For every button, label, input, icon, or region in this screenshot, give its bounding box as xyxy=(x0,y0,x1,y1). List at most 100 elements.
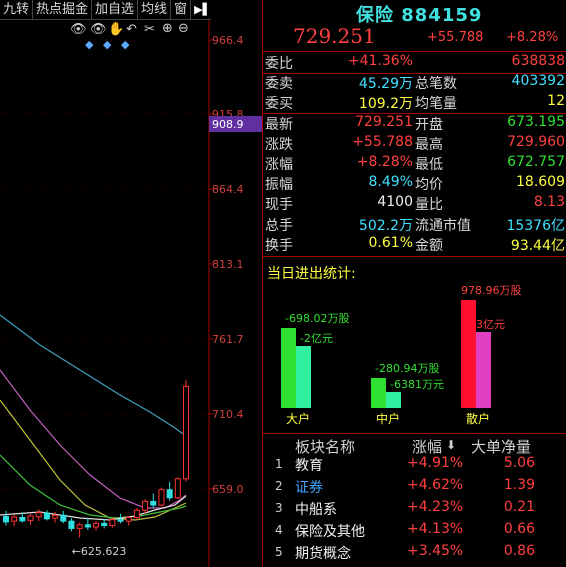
flow-group-label: 中户 xyxy=(376,411,400,426)
flow-bar-volume xyxy=(281,328,296,408)
toolbar-item-add-watchlist[interactable]: 加自选 xyxy=(92,0,139,19)
sector-row[interactable]: 3 中船系 +4.23% 0.21 xyxy=(263,499,566,521)
quote-value: 8.13 xyxy=(533,194,565,211)
quote-value: 109.2万 xyxy=(358,96,413,113)
quote-value: +8.28% xyxy=(356,154,413,170)
sector-pct: +4.13% xyxy=(407,521,464,537)
quote-label: 最新 xyxy=(265,116,293,133)
sector-name[interactable]: 中船系 xyxy=(295,499,337,519)
toolbar-item-hotspot[interactable]: 热点掘金 xyxy=(33,0,93,19)
candle-body xyxy=(166,489,173,499)
candle-body xyxy=(183,385,189,480)
quote-label: 最高 xyxy=(415,136,443,153)
sector-rank: 2 xyxy=(275,479,283,493)
quote-value: 12 xyxy=(547,93,565,110)
quote-label: 委买 xyxy=(265,96,293,113)
quote-value: 502.2万 xyxy=(358,217,413,234)
quote-label: 流通市值 xyxy=(415,217,471,234)
quote-row: 涨跌 +55.788 最高 729.960 xyxy=(263,134,566,154)
sector-rank: 5 xyxy=(275,545,283,559)
diamond-icon[interactable]: ◆ xyxy=(85,38,93,51)
quote-row: 总手 502.2万 流通市值 15376亿 xyxy=(263,215,566,235)
diamond-icon[interactable]: ◆ xyxy=(103,38,111,51)
sector-row[interactable]: 1 教育 +4.91% 5.06 xyxy=(263,455,566,477)
flow-group-label: 散户 xyxy=(466,411,490,426)
quote-value: 93.44亿 xyxy=(510,237,565,254)
divider xyxy=(263,51,566,52)
sector-net: 0.66 xyxy=(503,521,535,537)
axis-tick-label: 864.4 xyxy=(212,183,244,196)
flow-volume-label: 978.96万股 xyxy=(461,284,522,297)
moving-average-line xyxy=(0,314,187,437)
candle-body xyxy=(19,516,26,522)
flow-volume-label: -280.94万股 xyxy=(375,362,439,375)
candle-body xyxy=(117,519,124,522)
sector-pct: +4.62% xyxy=(407,477,464,493)
flow-bar-volume xyxy=(371,378,386,408)
low-price-annotation: ←625.623 xyxy=(72,545,127,558)
hand-icon[interactable]: ✋ xyxy=(108,22,124,37)
sector-rank: 3 xyxy=(275,501,283,515)
toolbar-expand-arrow-icon[interactable]: ▶▌ xyxy=(191,3,214,16)
sector-header-net[interactable]: 大单净量 xyxy=(471,436,531,457)
axis-tick-label: 659.0 xyxy=(212,483,244,496)
quote-row: 现手 4100 量比 8.13 xyxy=(263,194,566,214)
quote-row: 换手 0.61% 金额 93.44亿 xyxy=(263,235,566,255)
axis-tick-label: 966.4 xyxy=(212,34,244,47)
quote-value: 15376亿 xyxy=(506,217,565,234)
zoom-in-icon[interactable]: ⊕ xyxy=(162,21,173,36)
candle-body xyxy=(84,524,91,528)
quote-value: 673.195 xyxy=(507,113,565,130)
scissors-icon[interactable]: ✂ xyxy=(144,22,155,37)
axis-tick-label: 710.4 xyxy=(212,408,244,421)
diamond-icon[interactable]: ◆ xyxy=(121,38,129,51)
quote-label: 最低 xyxy=(415,157,443,173)
sector-name[interactable]: 教育 xyxy=(295,455,323,475)
eye-icon[interactable]: 👁 xyxy=(70,22,87,37)
toolbar-item-window[interactable]: 窗 xyxy=(171,0,192,19)
quote-row: 委比 +41.36% 638838 xyxy=(263,53,566,73)
candle-body xyxy=(68,520,75,529)
sector-row[interactable]: 2 证券 +4.62% 1.39 xyxy=(263,477,566,499)
candle-body xyxy=(60,514,67,522)
candlestick-chart[interactable]: 966.4915.8864.4813.1761.7710.4659.0908.9… xyxy=(0,0,262,567)
quote-label: 量比 xyxy=(415,197,443,214)
sector-name[interactable]: 证券 xyxy=(295,477,323,497)
sector-name[interactable]: 期货概念 xyxy=(295,543,351,563)
flow-volume-label: -698.02万股 xyxy=(285,312,349,325)
eye-icon[interactable]: 👁 xyxy=(90,22,107,37)
sector-pct: +4.91% xyxy=(407,455,464,471)
quote-row: 委买 109.2万 均笔量 12 xyxy=(263,93,566,113)
flow-amount-label: -6381万元 xyxy=(390,378,444,391)
candle-body xyxy=(93,522,99,528)
sector-header-name[interactable]: 板块名称 xyxy=(295,436,355,457)
candle-body xyxy=(158,489,165,506)
latest-price: 729.251 xyxy=(293,24,376,48)
sector-row[interactable]: 5 期货概念 +3.45% 0.86 xyxy=(263,543,566,565)
candle-body xyxy=(133,509,140,518)
sector-header-pct[interactable]: 涨幅 xyxy=(412,436,442,457)
zoom-out-icon[interactable]: ⊖ xyxy=(178,21,189,36)
toolbar-item-moving-average[interactable]: 均线 xyxy=(138,0,172,19)
sector-row[interactable]: 4 保险及其他 +4.13% 0.66 xyxy=(263,521,566,543)
quote-row: 委卖 45.29万 总笔数 403392 xyxy=(263,73,566,93)
sort-down-icon[interactable]: ⬇ xyxy=(446,438,456,452)
toolbar-item-jiuzhuan[interactable]: 九转 xyxy=(0,0,34,19)
sector-rank: 4 xyxy=(275,523,283,537)
candle-body xyxy=(43,512,50,520)
current-price-marker-label: 908.9 xyxy=(212,118,244,131)
undo-icon[interactable]: ↶ xyxy=(126,22,137,37)
flow-bar-amount xyxy=(386,392,401,408)
sector-name[interactable]: 保险及其他 xyxy=(295,521,365,541)
candle-body xyxy=(35,512,42,518)
sector-rank: 1 xyxy=(275,457,283,471)
flow-bar-amount xyxy=(296,346,311,408)
chart-toolbar: 九转 热点掘金 加自选 均线 窗 ▶▌ xyxy=(0,0,211,20)
quote-row: 振幅 8.49% 均价 18.609 xyxy=(263,174,566,194)
flow-stats-chart: -698.02万股 -2亿元大户 -280.94万股 -6381万元中户 978.96万… xyxy=(281,284,522,426)
divider xyxy=(263,433,566,434)
quote-label: 总手 xyxy=(265,217,293,234)
sector-pct: +4.23% xyxy=(407,499,464,515)
candle-body xyxy=(3,515,9,523)
candle-body xyxy=(142,500,149,511)
